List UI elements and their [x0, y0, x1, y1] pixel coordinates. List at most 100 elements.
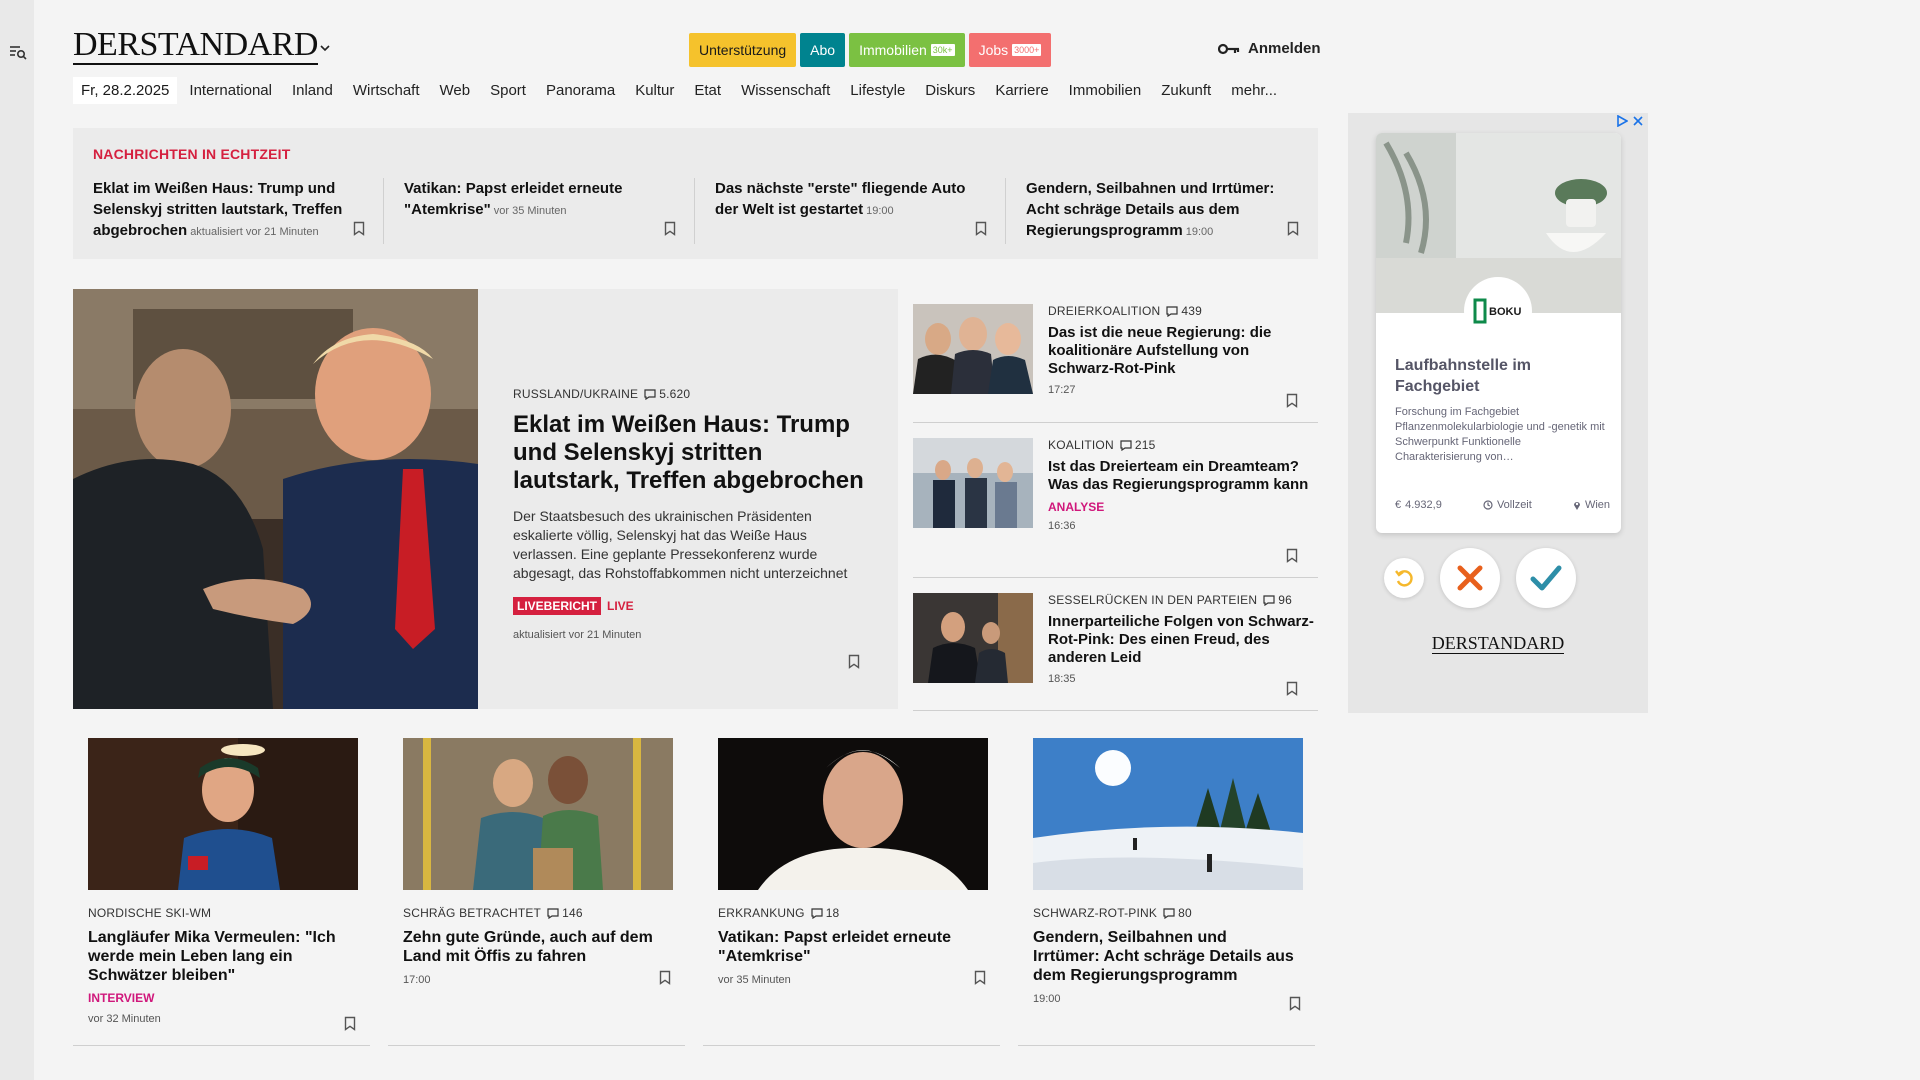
nav-item-international[interactable]: International	[189, 82, 272, 99]
story-card-comment-count: 18	[825, 906, 840, 920]
side-story-comment-count: 96	[1278, 593, 1292, 607]
hero-comments[interactable]: 5.620	[644, 387, 690, 401]
jobs-button[interactable]: Jobs 3000+	[968, 33, 1052, 67]
side-story-comments[interactable]: 215	[1120, 438, 1156, 452]
story-card[interactable]: SCHRÄG BETRACHTET 146 Zehn gute Gründe, …	[388, 738, 685, 1046]
hero-kicker-label: RUSSLAND/UKRAINE	[513, 387, 639, 401]
bookmark-icon[interactable]	[664, 221, 676, 236]
nav-item-panorama[interactable]: Panorama	[546, 82, 615, 99]
main-navigation: Fr, 28.2.2025 International Inland Wirts…	[73, 77, 1297, 104]
side-story-title[interactable]: Innerparteiliche Folgen von Schwarz-Rot-…	[1048, 613, 1318, 667]
hero-lead: Der Staatsbesuch des ukrainischen Präsid…	[513, 508, 848, 581]
hero-title[interactable]: Eklat im Weißen Haus: Trump und Selensky…	[513, 411, 873, 495]
login-button[interactable]: Anmelden	[1218, 40, 1321, 57]
support-button[interactable]: Unterstützung	[689, 33, 797, 67]
side-story-time: 18:35	[1048, 673, 1076, 685]
realtime-item[interactable]: Das nächste "erste" fliegende Auto der W…	[695, 178, 1006, 244]
chevron-down-icon[interactable]	[319, 42, 331, 54]
nav-item-sport[interactable]: Sport	[490, 82, 526, 99]
story-card[interactable]: SCHWARZ-ROT-PINK 80 Gendern, Seilbahnen …	[1018, 738, 1315, 1046]
site-logo[interactable]: DERSTANDARD	[73, 28, 318, 65]
nav-item-etat[interactable]: Etat	[694, 82, 721, 99]
realtime-item-time: vor 35 Minuten	[493, 205, 567, 217]
side-story-body: SESSELRÜCKEN IN DEN PARTEIEN 96 Innerpar…	[1048, 578, 1318, 685]
side-story-comments[interactable]: 439	[1166, 304, 1202, 318]
nav-item-diskurs[interactable]: Diskurs	[925, 82, 975, 99]
realtime-item[interactable]: Eklat im Weißen Haus: Trump und Selensky…	[73, 178, 384, 244]
story-card-title[interactable]: Zehn gute Gründe, auch auf dem Land mit …	[403, 928, 665, 966]
side-story[interactable]: DREIERKOALITION 439 Das ist die neue Reg…	[913, 289, 1318, 423]
story-card-title[interactable]: Langläufer Mika Vermeulen: "Ich werde me…	[88, 928, 350, 985]
story-card-photo[interactable]	[403, 738, 673, 890]
nav-item-zukunft[interactable]: Zukunft	[1161, 82, 1211, 99]
ad-job-card[interactable]: BOKU Laufbahnstelle im Fachgebiet Forsch…	[1376, 133, 1621, 533]
hero-photo[interactable]	[73, 289, 478, 709]
story-card-title[interactable]: Gendern, Seilbahnen und Irrtümer: Acht s…	[1033, 928, 1295, 985]
nav-item-inland[interactable]: Inland	[292, 82, 333, 99]
story-card-title[interactable]: Vatikan: Papst erleidet erneute "Atemkri…	[718, 928, 980, 966]
hero-text: RUSSLAND/UKRAINE 5.620 Eklat im Weißen H…	[513, 387, 873, 641]
nav-item-lifestyle[interactable]: Lifestyle	[850, 82, 905, 99]
side-story-time: 17:27	[1048, 384, 1076, 396]
side-story-time: 16:36	[1048, 520, 1076, 532]
story-card-photo[interactable]	[1033, 738, 1303, 890]
story-card-kicker: NORDISCHE SKI-WM	[88, 906, 350, 920]
ad-site-logo: DERSTANDARD	[1348, 633, 1648, 654]
abo-button[interactable]: Abo	[800, 33, 846, 67]
side-story-photo[interactable]	[913, 304, 1033, 394]
side-story-photo[interactable]	[913, 593, 1033, 683]
nav-item-kultur[interactable]: Kultur	[635, 82, 674, 99]
ad-info-icon[interactable]	[1616, 115, 1628, 127]
reject-button[interactable]	[1440, 548, 1500, 608]
realtime-item-time: 19:00	[1185, 226, 1214, 238]
close-icon[interactable]	[1632, 115, 1644, 127]
story-card-comments[interactable]: 80	[1163, 906, 1192, 920]
live-badge: LIVE	[607, 599, 634, 613]
side-story-title[interactable]: Das ist die neue Regierung: die koalitio…	[1048, 324, 1318, 378]
story-card-photo[interactable]	[718, 738, 988, 890]
side-story-photo[interactable]	[913, 438, 1033, 528]
bookmark-icon[interactable]	[1286, 548, 1298, 563]
realtime-item-text: Eklat im Weißen Haus: Trump und Selensky…	[93, 178, 363, 243]
menu-search-icon[interactable]	[8, 42, 28, 62]
nav-item-wissenschaft[interactable]: Wissenschaft	[741, 82, 830, 99]
side-story[interactable]: KOALITION 215 Ist das Dreierteam ein Dre…	[913, 423, 1318, 578]
side-story-comments[interactable]: 96	[1263, 593, 1292, 607]
story-card[interactable]: NORDISCHE SKI-WM Langläufer Mika Vermeul…	[73, 738, 370, 1046]
bookmark-icon[interactable]	[1289, 996, 1301, 1011]
bookmark-icon[interactable]	[1286, 681, 1298, 696]
story-card-comments[interactable]: 146	[547, 906, 583, 920]
realtime-item[interactable]: Vatikan: Papst erleidet erneute "Atemkri…	[384, 178, 695, 244]
job-ad-banner[interactable]: BOKU Laufbahnstelle im Fachgebiet Forsch…	[1348, 113, 1648, 713]
nav-item-more[interactable]: mehr...	[1231, 82, 1277, 99]
bookmark-icon[interactable]	[975, 221, 987, 236]
bookmark-icon[interactable]	[344, 1016, 356, 1031]
story-card-kicker: SCHRÄG BETRACHTET 146	[403, 906, 665, 920]
bookmark-icon[interactable]	[848, 654, 860, 669]
accept-button[interactable]	[1516, 548, 1576, 608]
bookmark-icon[interactable]	[353, 221, 365, 236]
story-card-photo[interactable]	[88, 738, 358, 890]
nav-item-karriere[interactable]: Karriere	[995, 82, 1048, 99]
abo-label: Abo	[810, 42, 836, 58]
nav-item-immobilien[interactable]: Immobilien	[1069, 82, 1142, 99]
realtime-item[interactable]: Gendern, Seilbahnen und Irrtümer: Acht s…	[1006, 178, 1317, 244]
undo-button[interactable]	[1384, 558, 1424, 598]
nav-item-wirtschaft[interactable]: Wirtschaft	[353, 82, 420, 99]
story-card-time: 19:00	[1033, 993, 1061, 1005]
bookmark-icon[interactable]	[1287, 221, 1299, 236]
immobilien-button[interactable]: Immobilien 30k+	[849, 33, 965, 67]
euro-icon: €	[1395, 499, 1402, 511]
side-story[interactable]: SESSELRÜCKEN IN DEN PARTEIEN 96 Innerpar…	[913, 578, 1318, 711]
story-card[interactable]: ERKRANKUNG 18 Vatikan: Papst erleidet er…	[703, 738, 1000, 1046]
support-label: Unterstützung	[699, 42, 787, 58]
hero-story[interactable]: RUSSLAND/UKRAINE 5.620 Eklat im Weißen H…	[73, 289, 898, 709]
bookmark-icon[interactable]	[659, 970, 671, 985]
hero-kicker: RUSSLAND/UKRAINE 5.620	[513, 387, 873, 401]
side-story-title[interactable]: Ist das Dreierteam ein Dreamteam? Was da…	[1048, 458, 1318, 494]
story-card-comments[interactable]: 18	[811, 906, 840, 920]
story-card-kicker-label: ERKRANKUNG	[718, 906, 805, 920]
bookmark-icon[interactable]	[1286, 393, 1298, 408]
nav-item-web[interactable]: Web	[440, 82, 471, 99]
bookmark-icon[interactable]	[974, 970, 986, 985]
